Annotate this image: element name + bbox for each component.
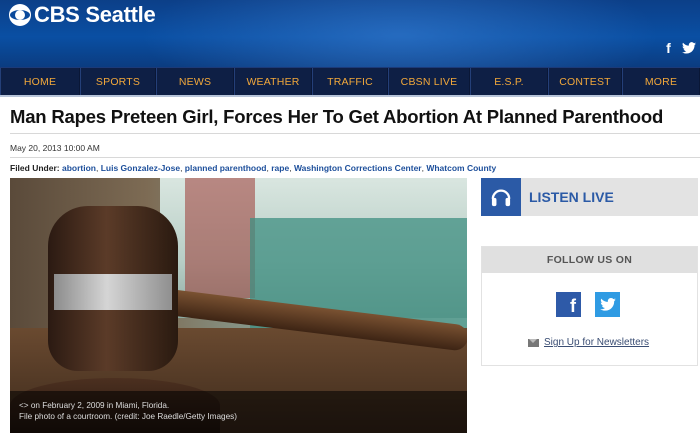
divider xyxy=(10,133,700,134)
divider xyxy=(10,157,700,158)
tag-link[interactable]: Luis Gonzalez-Jose xyxy=(101,163,180,173)
cbs-seattle-logo[interactable]: CBS Seattle xyxy=(9,2,156,27)
nav-contest[interactable]: CONTEST xyxy=(548,68,622,95)
nav-news[interactable]: NEWS xyxy=(156,68,234,95)
article-photo: <> on February 2, 2009 in Miami, Florida… xyxy=(10,178,467,433)
nav-cbsn-live[interactable]: CBSN LIVE xyxy=(388,68,470,95)
facebook-icon[interactable]: f xyxy=(556,292,581,317)
facebook-icon[interactable]: f xyxy=(660,39,677,56)
tag-link[interactable]: planned parenthood xyxy=(185,163,267,173)
filed-under-label: Filed Under: xyxy=(10,163,60,173)
header-glow xyxy=(140,0,660,67)
listen-live-button[interactable]: LISTEN LIVE xyxy=(481,178,698,216)
tag-link[interactable]: Washington Corrections Center xyxy=(294,163,422,173)
site-header: CBS Seattle f xyxy=(0,0,700,67)
envelope-icon xyxy=(528,338,539,347)
follow-icons: f xyxy=(556,292,620,317)
header-social-links: f xyxy=(660,39,697,56)
photo-background xyxy=(185,178,255,298)
article-date: May 20, 2013 10:00 AM xyxy=(10,143,100,153)
twitter-icon[interactable] xyxy=(595,292,620,317)
caption-line: File photo of a courtroom. (credit: Joe … xyxy=(19,412,237,421)
main-nav: HOME SPORTS NEWS WEATHER TRAFFIC CBSN LI… xyxy=(0,67,700,97)
headphones-icon xyxy=(481,178,521,216)
tag-link[interactable]: abortion xyxy=(62,163,96,173)
photo-caption: <> on February 2, 2009 in Miami, Florida… xyxy=(10,391,467,433)
gavel-band xyxy=(54,274,172,310)
listen-live-label: LISTEN LIVE xyxy=(529,189,614,205)
nav-home[interactable]: HOME xyxy=(0,68,80,95)
newsletter-label: Sign Up for Newsletters xyxy=(544,337,650,348)
follow-us-heading: FOLLOW US ON xyxy=(482,247,697,273)
caption-line: <> on February 2, 2009 in Miami, Florida… xyxy=(19,401,170,410)
article-headline: Man Rapes Preteen Girl, Forces Her To Ge… xyxy=(10,106,664,127)
nav-more[interactable]: MORE xyxy=(622,68,700,95)
tag-link[interactable]: Whatcom County xyxy=(426,163,496,173)
tag-link[interactable]: rape xyxy=(271,163,289,173)
nav-esp[interactable]: E.S.P. xyxy=(470,68,548,95)
filed-under: Filed Under: abortion, Luis Gonzalez-Jos… xyxy=(10,163,497,173)
follow-us-panel: FOLLOW US ON f Sign Up for Newsletters xyxy=(481,246,698,366)
newsletter-signup-link[interactable]: Sign Up for Newsletters xyxy=(528,337,649,348)
nav-weather[interactable]: WEATHER xyxy=(234,68,312,95)
twitter-icon[interactable] xyxy=(680,39,697,56)
cbs-eye-icon xyxy=(9,4,31,26)
logo-text: CBS Seattle xyxy=(34,2,156,27)
nav-sports[interactable]: SPORTS xyxy=(80,68,156,95)
nav-traffic[interactable]: TRAFFIC xyxy=(312,68,388,95)
